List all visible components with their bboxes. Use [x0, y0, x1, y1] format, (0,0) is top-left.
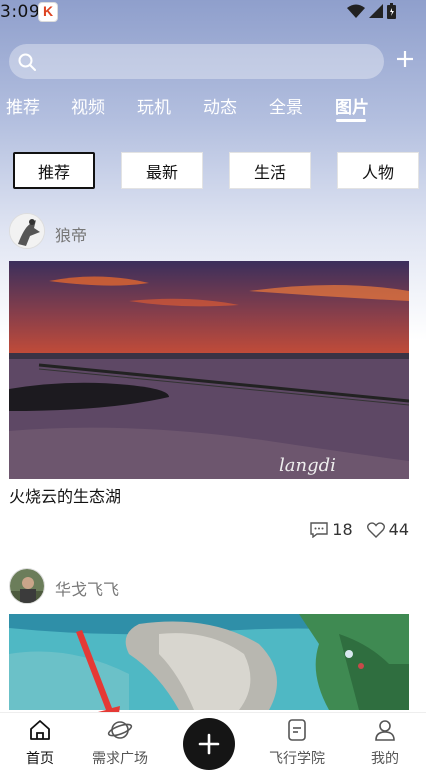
nav-demand-square-label: 需求广场 [92, 751, 148, 767]
nav-home-label: 首页 [26, 751, 54, 767]
post-image[interactable]: langdi [9, 261, 409, 479]
tab-video[interactable]: 视频 [71, 93, 105, 118]
avatar-image [10, 569, 44, 603]
avatar[interactable] [9, 568, 45, 604]
post-title[interactable]: 火烧云的生态湖 [9, 483, 121, 507]
avatar[interactable] [9, 213, 45, 249]
search-input[interactable] [9, 44, 384, 79]
user-icon [375, 720, 395, 741]
nav-home[interactable]: 首页 [0, 718, 80, 768]
filter-recommend[interactable]: 推荐 [13, 152, 95, 189]
filter-latest[interactable]: 最新 [121, 152, 203, 189]
app-notification-icon [38, 2, 58, 22]
post-author[interactable]: 华戈飞飞 [55, 576, 119, 600]
document-icon [288, 719, 306, 741]
nav-profile[interactable]: 我的 [345, 718, 425, 768]
tab-pictures[interactable]: 图片 [335, 93, 369, 118]
nav-flight-academy[interactable]: 飞行学院 [257, 718, 337, 768]
post-image[interactable] [9, 614, 409, 710]
battery-icon [387, 3, 396, 19]
add-icon[interactable] [396, 50, 414, 68]
status-bar: 3:09 [0, 0, 426, 26]
signal-icon [369, 4, 383, 18]
clock: 3:09 [0, 2, 41, 22]
tab-panorama[interactable]: 全景 [269, 93, 303, 118]
filter-life[interactable]: 生活 [229, 152, 311, 189]
tab-gadgets[interactable]: 玩机 [137, 93, 171, 118]
home-icon [30, 720, 50, 740]
comment-icon[interactable] [310, 521, 328, 538]
filter-people[interactable]: 人物 [337, 152, 419, 189]
nav-flight-academy-label: 飞行学院 [269, 751, 325, 767]
like-count: 44 [388, 520, 409, 539]
active-tab-indicator [336, 119, 366, 122]
search-icon [18, 53, 36, 71]
category-tabs: 推荐 视频 玩机 动态 全景 图片 [6, 93, 420, 122]
avatar-image [10, 214, 44, 248]
tab-recommend[interactable]: 推荐 [6, 93, 40, 118]
tab-moments[interactable]: 动态 [203, 93, 237, 118]
create-post-button[interactable] [183, 718, 235, 770]
sunset-lake-photo: langdi [9, 261, 409, 479]
wifi-icon [347, 4, 365, 18]
comment-count: 18 [332, 520, 353, 539]
nav-demand-square[interactable]: 需求广场 [80, 718, 160, 768]
system-icons [347, 3, 396, 19]
plus-icon [198, 733, 220, 755]
post-author[interactable]: 狼帝 [55, 222, 87, 246]
planet-icon [107, 721, 133, 739]
heart-icon[interactable] [366, 521, 385, 538]
photo-watermark: langdi [279, 455, 336, 476]
post-stats: 18 44 [310, 520, 409, 539]
nav-profile-label: 我的 [371, 751, 399, 767]
aerial-coast-photo [9, 614, 409, 710]
